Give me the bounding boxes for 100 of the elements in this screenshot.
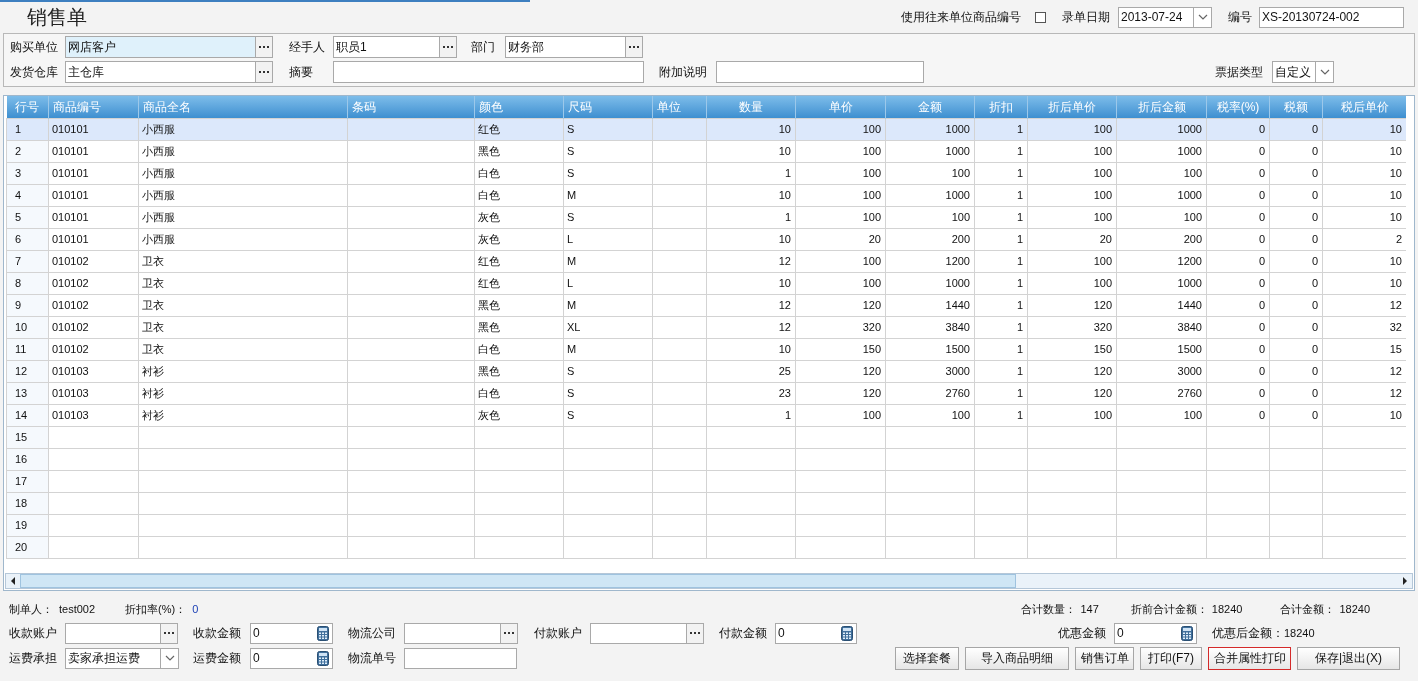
row-number: 1 <box>6 118 49 140</box>
lookup-field[interactable] <box>404 622 518 644</box>
action-button[interactable]: 导入商品明细 <box>965 646 1069 670</box>
browse-button[interactable] <box>255 36 272 57</box>
action-button[interactable]: 合并属性打印 <box>1208 646 1291 670</box>
dropdown[interactable]: 卖家承担运费 <box>65 647 179 669</box>
table-cell: 0 <box>1269 228 1323 250</box>
table-cell: 100 <box>1027 206 1117 228</box>
table-row[interactable]: 8 010102 卫衣 红色 L 10 100 1000 1 100 1000 0 0 10 <box>6 272 1406 294</box>
browse-button[interactable] <box>439 36 456 57</box>
date-dropdown[interactable]: 2013-07-24 <box>1118 6 1212 28</box>
table-row[interactable]: 2 010101 小西服 黑色 S 10 100 1000 1 100 1000 0 0 10 <box>6 140 1406 162</box>
checkbox[interactable] <box>1035 11 1046 23</box>
table-cell: 10 <box>706 338 796 360</box>
action-button[interactable]: 销售订单 <box>1075 646 1134 670</box>
amount-field[interactable]: 0 <box>775 622 857 644</box>
table-cell: 100 <box>1116 404 1207 426</box>
browse-button[interactable] <box>160 623 177 643</box>
horizontal-scrollbar[interactable] <box>5 573 1413 589</box>
table-row[interactable]: 11 010102 卫衣 白色 M 10 150 1500 1 150 1500 0 0 15 <box>6 338 1406 360</box>
table-cell: 1 <box>974 118 1028 140</box>
table-cell: 100 <box>795 206 886 228</box>
table-row[interactable]: 3 010101 小西服 白色 S 1 100 100 1 100 100 0 0 10 <box>6 162 1406 184</box>
table-row[interactable]: 7 010102 卫衣 红色 M 12 100 1200 1 100 1200 0 0 10 <box>6 250 1406 272</box>
lookup-field[interactable] <box>65 622 178 644</box>
table-cell: 100 <box>1027 404 1117 426</box>
browse-button[interactable] <box>686 623 703 643</box>
action-button[interactable]: 保存|退出(X) <box>1297 646 1400 670</box>
table-row[interactable]: 5 010101 小西服 灰色 S 1 100 100 1 100 100 0 0 10 <box>6 206 1406 228</box>
table-cell: 10 <box>706 118 796 140</box>
table-cell: L <box>563 272 653 294</box>
table-cell: 010103 <box>48 360 139 382</box>
amount-field[interactable]: 0 <box>250 647 333 669</box>
calculator-icon <box>317 650 329 666</box>
lookup-field[interactable]: 网店客户 <box>65 35 273 58</box>
table-row[interactable]: 6 010101 小西服 灰色 L 10 20 200 1 20 200 0 0 2 <box>6 228 1406 250</box>
row-number: 14 <box>6 404 49 426</box>
scrollbar-thumb[interactable] <box>20 574 1016 588</box>
table-row[interactable]: 20 <box>6 536 1406 558</box>
input-field[interactable]: XS-20130724-002 <box>1259 6 1404 28</box>
table-cell: S <box>563 404 653 426</box>
input-field[interactable] <box>333 60 644 83</box>
table-cell: 1 <box>974 206 1028 228</box>
table-cell: 010102 <box>48 272 139 294</box>
table-cell: 卫衣 <box>138 250 348 272</box>
table-row[interactable]: 18 <box>6 492 1406 514</box>
table-cell: 黑色 <box>474 140 564 162</box>
action-button[interactable]: 选择套餐 <box>895 646 959 670</box>
input-field[interactable] <box>716 60 924 83</box>
table-cell: 010102 <box>48 250 139 272</box>
table-cell: M <box>563 294 653 316</box>
row-number: 20 <box>6 536 49 558</box>
table-cell: 120 <box>1027 360 1117 382</box>
table-row[interactable]: 10 010102 卫衣 黑色 XL 12 320 3840 1 320 3840 0 0 32 <box>6 316 1406 338</box>
table-row[interactable]: 19 <box>6 514 1406 536</box>
table-cell: 0 <box>1269 162 1323 184</box>
table-row[interactable]: 9 010102 卫衣 黑色 M 12 120 1440 1 120 1440 0 0 12 <box>6 294 1406 316</box>
browse-button[interactable] <box>625 36 642 57</box>
table-cell: 320 <box>795 316 886 338</box>
table-cell: 0 <box>1206 294 1270 316</box>
table-row[interactable]: 4 010101 小西服 白色 M 10 100 1000 1 100 1000 0 0 10 <box>6 184 1406 206</box>
field-value: 0 <box>192 601 199 617</box>
table-cell: 白色 <box>474 184 564 206</box>
lookup-field[interactable]: 主仓库 <box>65 60 273 83</box>
field-label: 优惠后金额： <box>1212 625 1284 642</box>
table-row[interactable]: 15 <box>6 426 1406 448</box>
table-cell: 1500 <box>1116 338 1207 360</box>
row-number: 17 <box>6 470 49 492</box>
table-cell: 100 <box>1027 272 1117 294</box>
input-field[interactable] <box>404 647 517 669</box>
table-cell: 1200 <box>885 250 975 272</box>
action-button[interactable]: 打印(F7) <box>1140 646 1202 670</box>
table-row[interactable]: 17 <box>6 470 1406 492</box>
table-row[interactable]: 12 010103 衬衫 黑色 S 25 120 3000 1 120 3000 0 0 12 <box>6 360 1406 382</box>
row-number: 19 <box>6 514 49 536</box>
table-cell: 1 <box>974 250 1028 272</box>
table-cell: 1 <box>974 404 1028 426</box>
table-row[interactable]: 16 <box>6 448 1406 470</box>
table-cell: 1000 <box>1116 118 1207 140</box>
ellipsis-icon <box>443 45 453 48</box>
row-number: 13 <box>6 382 49 404</box>
browse-button[interactable] <box>255 61 272 82</box>
field-label: 使用往来单位商品编号 <box>901 9 1022 26</box>
dropdown[interactable]: 自定义 <box>1272 60 1334 83</box>
table-cell: 150 <box>1027 338 1117 360</box>
table-row[interactable]: 14 010103 衬衫 灰色 S 1 100 100 1 100 100 0 0 10 <box>6 404 1406 426</box>
table-row[interactable]: 13 010103 衬衫 白色 S 23 120 2760 1 120 2760 0 0 12 <box>6 382 1406 404</box>
table-cell: 小西服 <box>138 206 348 228</box>
row-number: 8 <box>6 272 49 294</box>
lookup-field[interactable] <box>590 622 704 644</box>
browse-button[interactable] <box>500 623 517 643</box>
table-cell: 1440 <box>1116 294 1207 316</box>
amount-field[interactable]: 0 <box>1114 622 1197 644</box>
amount-field[interactable]: 0 <box>250 622 333 644</box>
lookup-field[interactable]: 财务部 <box>505 35 643 58</box>
table-cell: 25 <box>706 360 796 382</box>
ellipsis-icon <box>629 45 639 48</box>
lookup-field[interactable]: 职员1 <box>333 35 457 58</box>
table-row[interactable]: 1 010101 小西服 红色 S 10 100 1000 1 100 1000 0 0 10 <box>6 118 1406 140</box>
row-number: 7 <box>6 250 49 272</box>
